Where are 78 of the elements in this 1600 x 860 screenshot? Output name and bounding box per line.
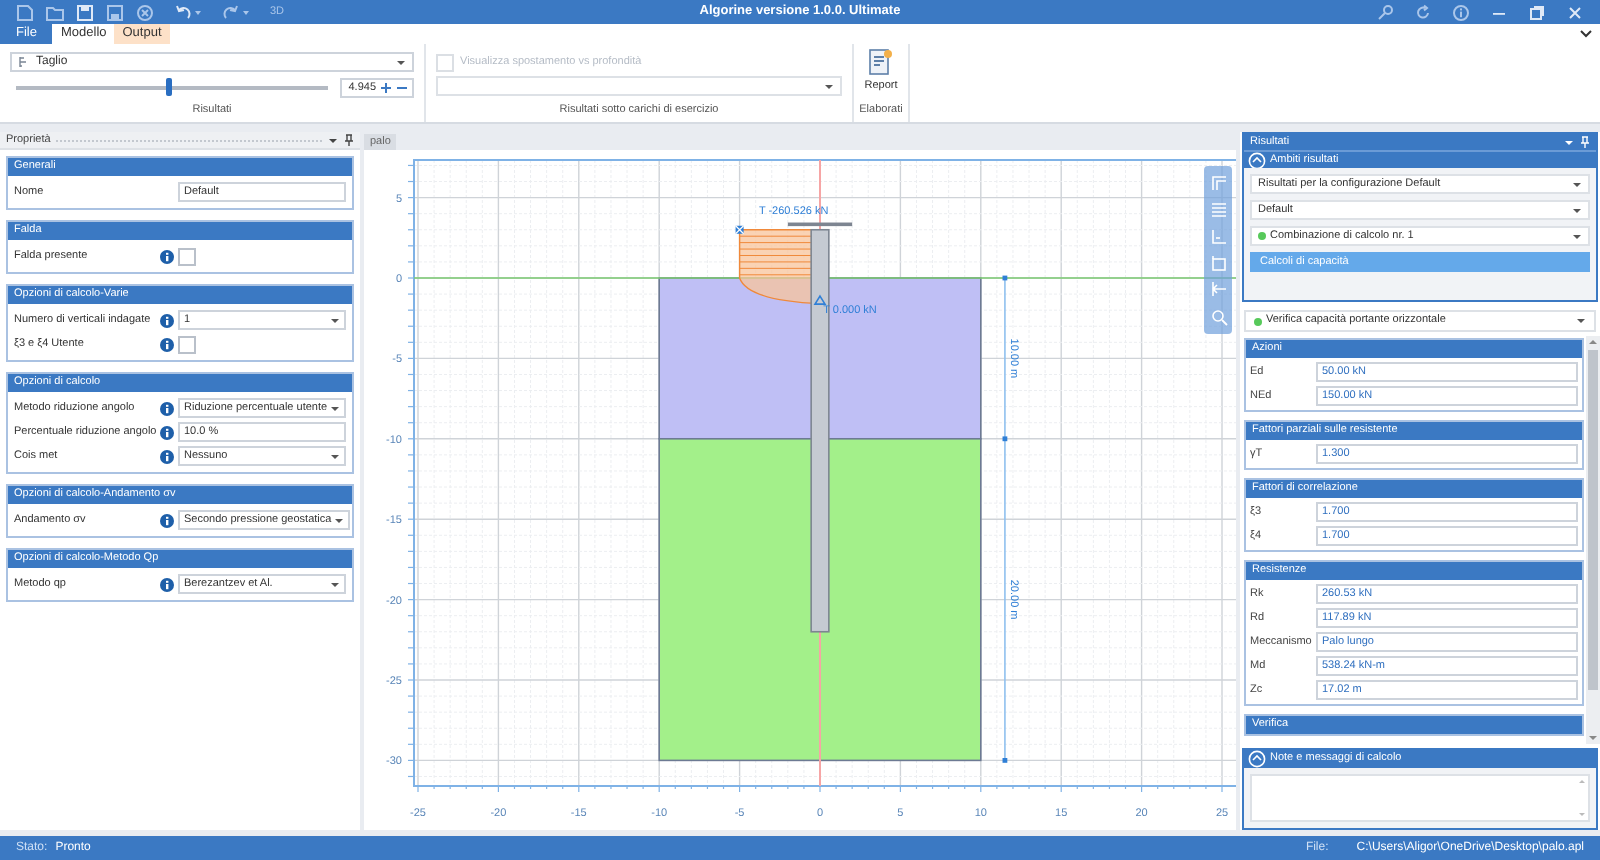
- refresh-icon: [1414, 3, 1432, 21]
- notes-field[interactable]: [1250, 774, 1590, 822]
- collapse-icon[interactable]: [1248, 151, 1266, 169]
- caret-icon: [824, 83, 834, 89]
- scroll-up-icon[interactable]: [1588, 338, 1598, 346]
- caret-icon: [330, 453, 340, 459]
- report-icon: [866, 48, 895, 76]
- folder-button[interactable]: [46, 3, 64, 21]
- save-icon: [76, 3, 94, 21]
- shear-icon: [18, 56, 30, 68]
- caret-icon: [330, 581, 340, 587]
- info-icon[interactable]: [160, 449, 174, 463]
- arrow-icon: [1209, 280, 1227, 299]
- info-icon[interactable]: [160, 313, 174, 327]
- caret-icon: [396, 59, 406, 65]
- info-icon[interactable]: [160, 577, 174, 591]
- caret-icon: [1576, 318, 1586, 324]
- axis-icon: [1209, 227, 1227, 246]
- zoom-tool[interactable]: [1209, 307, 1227, 326]
- zoom-icon: [1209, 307, 1227, 326]
- load-point-icon: [735, 225, 745, 235]
- caret-icon: [1572, 233, 1582, 239]
- scroll-down-icon[interactable]: [1588, 734, 1598, 742]
- info-icon[interactable]: [160, 337, 174, 351]
- frame-tool[interactable]: [1209, 254, 1227, 273]
- caret-icon: [194, 9, 202, 15]
- redo-icon: [222, 3, 240, 21]
- folder-icon: [46, 3, 64, 21]
- close-button[interactable]: [1566, 3, 1584, 21]
- save-as-button[interactable]: [106, 3, 124, 21]
- plus-icon[interactable]: [380, 82, 392, 94]
- undo-button[interactable]: [174, 3, 202, 21]
- minus-icon[interactable]: [396, 82, 408, 94]
- caret-icon[interactable]: [1564, 139, 1574, 145]
- new-document-button[interactable]: [16, 3, 34, 21]
- redo-button[interactable]: [222, 3, 250, 21]
- list-tool[interactable]: [1209, 200, 1227, 219]
- arrow-tool[interactable]: [1209, 280, 1227, 299]
- info-icon[interactable]: [160, 513, 174, 527]
- info-icon[interactable]: [160, 425, 174, 439]
- info-circle-icon: [1452, 3, 1470, 21]
- slider-thumb[interactable]: [166, 78, 173, 97]
- caret-icon[interactable]: [328, 137, 338, 143]
- corner-tool[interactable]: [1209, 174, 1227, 193]
- pile-cap: [787, 222, 853, 227]
- close-circle-button[interactable]: [136, 3, 154, 21]
- new-document-icon: [16, 3, 34, 21]
- frame-icon: [1209, 254, 1227, 273]
- checkbox[interactable]: [178, 247, 196, 265]
- checkbox[interactable]: [178, 335, 196, 353]
- caret-icon: [242, 9, 250, 15]
- caret-icon: [1572, 207, 1582, 213]
- close-icon: [1566, 3, 1584, 21]
- undo-icon: [174, 3, 192, 21]
- info-icon[interactable]: [160, 249, 174, 263]
- collapse-icon[interactable]: [1248, 750, 1266, 768]
- pin-icon[interactable]: [344, 134, 354, 146]
- axis-tool[interactable]: [1209, 227, 1227, 246]
- close-circle-icon: [136, 3, 154, 21]
- info-icon[interactable]: [160, 401, 174, 415]
- scrollbar[interactable]: [1586, 336, 1600, 744]
- info-circle-button[interactable]: [1452, 3, 1470, 21]
- caret-icon: [330, 405, 340, 411]
- refresh-button[interactable]: [1414, 3, 1432, 21]
- scrollbar-thumb[interactable]: [1588, 350, 1598, 690]
- save-as-icon: [106, 3, 124, 21]
- maximize-icon: [1528, 3, 1546, 21]
- support-icon: [813, 294, 827, 305]
- scroll-down-icon[interactable]: [1578, 812, 1586, 818]
- save-button[interactable]: [76, 3, 94, 21]
- caret-icon: [1572, 181, 1582, 187]
- chevron-icon: [1580, 30, 1592, 38]
- caret-icon: [333, 517, 344, 523]
- maximize-button[interactable]: [1528, 3, 1546, 21]
- corner-icon: [1209, 174, 1227, 193]
- list-icon: [1209, 200, 1227, 219]
- scroll-up-icon[interactable]: [1578, 778, 1586, 784]
- caret-icon: [330, 317, 340, 323]
